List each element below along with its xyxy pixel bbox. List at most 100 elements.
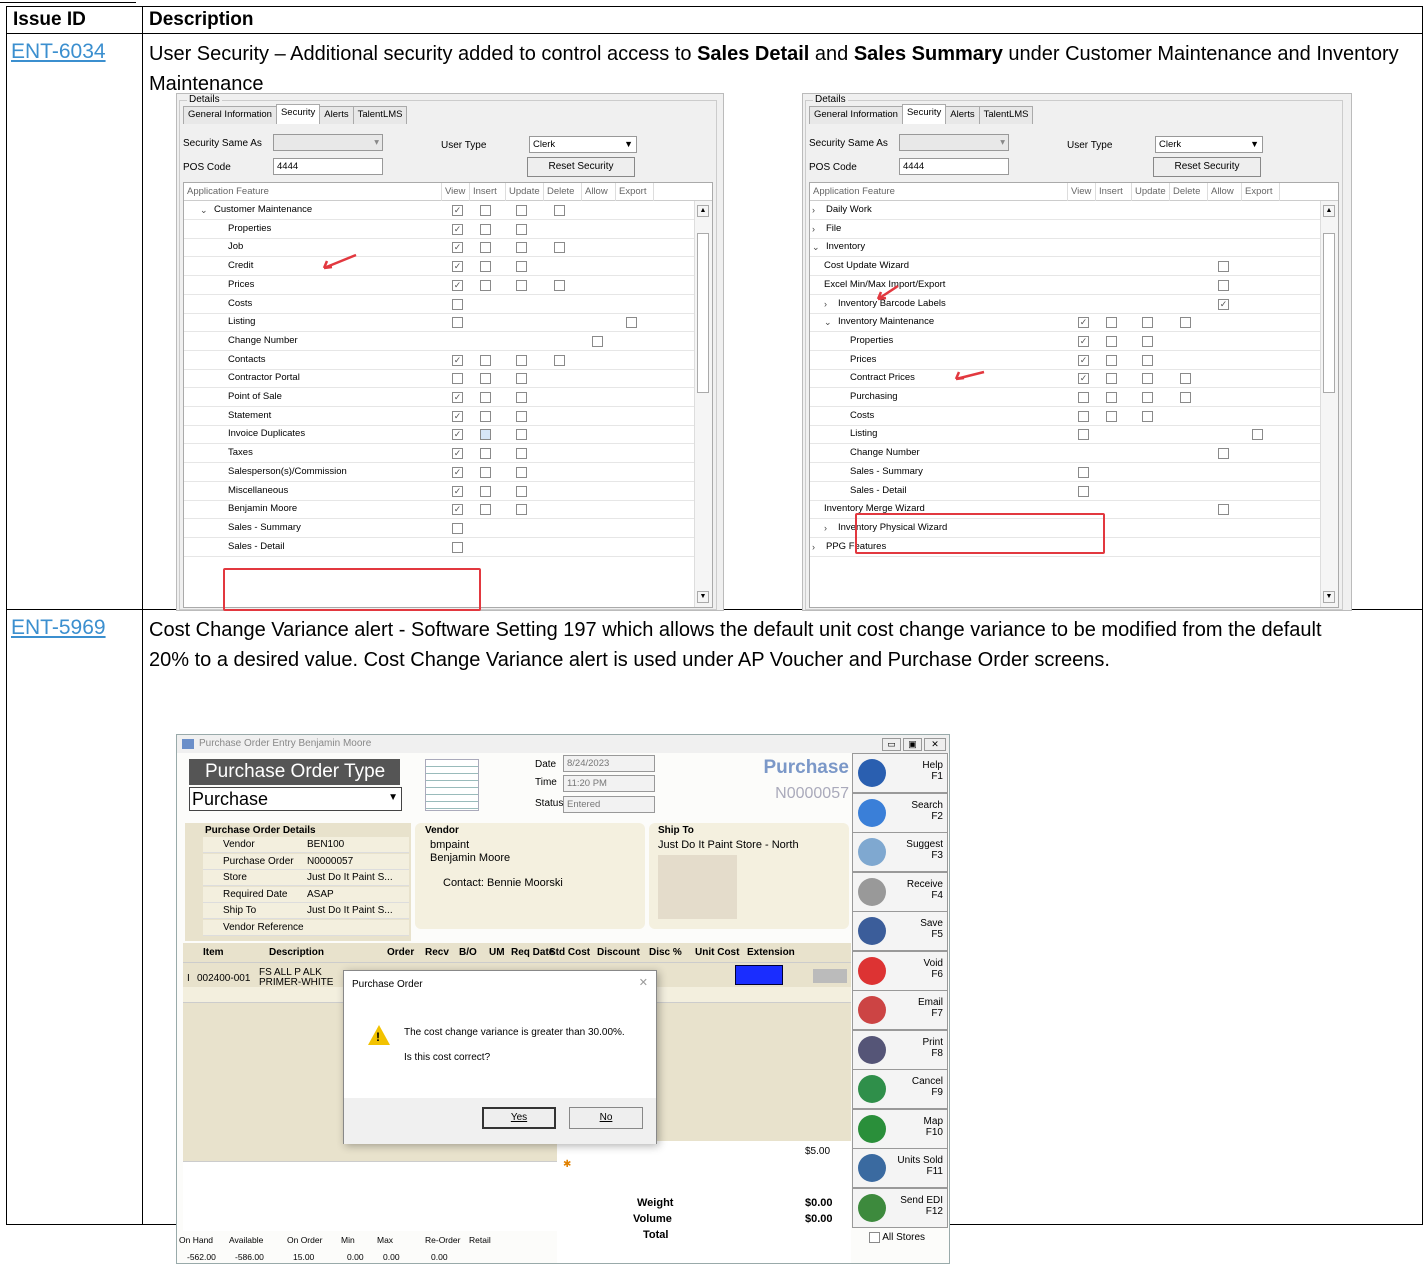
sec-right-checkbox[interactable] bbox=[1180, 317, 1191, 329]
fn-button-help[interactable]: Help F1 bbox=[852, 753, 948, 793]
sec-left-checkbox[interactable] bbox=[480, 261, 491, 273]
fn-button-save[interactable]: Save F5 bbox=[852, 911, 948, 951]
sec-left-checkbox[interactable] bbox=[452, 317, 463, 329]
fn-button-email[interactable]: Email F7 bbox=[852, 990, 948, 1030]
sec-left-checkbox[interactable]: ✓ bbox=[452, 261, 463, 273]
po-detail-value[interactable]: ASAP bbox=[307, 889, 334, 900]
sec-right-checkbox[interactable] bbox=[1078, 429, 1089, 441]
close-icon[interactable]: ✕ bbox=[924, 738, 946, 751]
po-detail-value[interactable]: N0000057 bbox=[307, 856, 353, 867]
maximize-icon[interactable]: ▣ bbox=[903, 738, 922, 751]
po-detail-value[interactable]: Just Do It Paint S... bbox=[307, 872, 393, 883]
grid-cell-item[interactable]: 002400-001 bbox=[197, 973, 250, 984]
sec-right-checkbox[interactable] bbox=[1218, 504, 1229, 516]
sec-right-checkbox[interactable] bbox=[1078, 392, 1089, 403]
sec-left-checkbox[interactable] bbox=[516, 279, 527, 291]
sec-right-user-type-select[interactable]: Clerk ▼ bbox=[1155, 136, 1263, 153]
sec-left-checkbox[interactable]: ✓ bbox=[452, 448, 463, 460]
sec-left-checkbox[interactable] bbox=[516, 504, 527, 516]
po-detail-value[interactable]: Just Do It Paint S... bbox=[307, 905, 393, 916]
sec-right-tab-talentlms[interactable]: TalentLMS bbox=[978, 106, 1034, 124]
sec-right-checkbox[interactable] bbox=[1180, 392, 1191, 403]
date-field[interactable]: 8/24/2023 bbox=[563, 755, 655, 772]
sec-right-checkbox[interactable] bbox=[1106, 354, 1117, 366]
sec-right-same-as-select[interactable]: ▾ bbox=[899, 134, 1009, 151]
sec-left-checkbox[interactable] bbox=[452, 373, 463, 385]
sec-right-checkbox[interactable] bbox=[1078, 410, 1089, 422]
sec-left-checkbox[interactable] bbox=[480, 373, 491, 385]
sec-left-checkbox[interactable] bbox=[452, 298, 463, 310]
sec-left-checkbox[interactable]: ✓ bbox=[452, 429, 463, 441]
sec-left-tab-general-information[interactable]: General Information bbox=[183, 106, 277, 124]
sec-left-expander-icon[interactable]: ⌄ bbox=[200, 201, 208, 219]
fn-button-search[interactable]: Search F2 bbox=[852, 792, 948, 833]
sec-left-checkbox[interactable] bbox=[592, 335, 603, 347]
sec-left-checkbox[interactable]: ✓ bbox=[452, 279, 463, 291]
sec-left-checkbox[interactable] bbox=[480, 429, 491, 441]
status-field[interactable]: Entered bbox=[563, 796, 655, 813]
sec-left-checkbox[interactable] bbox=[480, 485, 491, 497]
sec-left-checkbox[interactable]: ✓ bbox=[452, 410, 463, 422]
fn-button-suggest[interactable]: Suggest F3 bbox=[852, 832, 948, 872]
sec-right-expander-icon[interactable]: › bbox=[824, 295, 827, 313]
sec-right-checkbox[interactable] bbox=[1142, 317, 1153, 329]
sec-right-checkbox[interactable]: ✓ bbox=[1218, 298, 1229, 310]
sec-left-checkbox[interactable] bbox=[516, 242, 527, 254]
sec-left-tab-alerts[interactable]: Alerts bbox=[319, 106, 354, 124]
issue-link-2[interactable]: ENT-5969 bbox=[11, 616, 106, 639]
sec-left-checkbox[interactable] bbox=[516, 261, 527, 273]
sec-right-checkbox[interactable]: ✓ bbox=[1078, 373, 1089, 385]
sec-left-checkbox[interactable] bbox=[554, 354, 565, 366]
sec-left-tab-security[interactable]: Security bbox=[275, 104, 321, 124]
sec-left-scroll-up-icon[interactable]: ▲ bbox=[697, 205, 709, 217]
fn-button-cancel[interactable]: Cancel F9 bbox=[852, 1069, 948, 1109]
sec-right-pos-code-input[interactable]: 4444 bbox=[899, 158, 1009, 175]
sec-right-checkbox[interactable] bbox=[1142, 354, 1153, 366]
sec-left-checkbox[interactable] bbox=[516, 354, 527, 366]
yes-button[interactable]: Yes bbox=[482, 1107, 556, 1129]
sec-left-checkbox[interactable] bbox=[516, 429, 527, 441]
sec-right-scroll-thumb[interactable] bbox=[1323, 233, 1335, 393]
all-stores-check[interactable] bbox=[869, 1232, 880, 1243]
sec-right-checkbox[interactable]: ✓ bbox=[1078, 354, 1089, 366]
sec-left-checkbox[interactable] bbox=[480, 466, 491, 478]
sec-right-expander-icon[interactable]: › bbox=[812, 201, 815, 219]
fn-button-print[interactable]: Print F8 bbox=[852, 1029, 948, 1070]
minimize-icon[interactable]: ▭ bbox=[882, 738, 901, 751]
sec-left-checkbox[interactable] bbox=[516, 466, 527, 478]
sec-right-checkbox[interactable] bbox=[1218, 279, 1229, 291]
sec-left-checkbox[interactable]: ✓ bbox=[452, 205, 463, 216]
sec-right-checkbox[interactable] bbox=[1142, 373, 1153, 385]
sec-left-checkbox[interactable] bbox=[516, 373, 527, 385]
sec-right-checkbox[interactable] bbox=[1142, 335, 1153, 347]
all-stores-checkbox[interactable]: All Stores bbox=[869, 1232, 925, 1243]
sec-left-checkbox[interactable] bbox=[516, 485, 527, 497]
sec-left-checkbox[interactable] bbox=[554, 242, 565, 254]
sec-right-tab-security[interactable]: Security bbox=[901, 104, 947, 124]
sec-left-checkbox[interactable] bbox=[480, 205, 491, 216]
dialog-close-icon[interactable]: ✕ bbox=[639, 976, 648, 989]
sec-left-checkbox[interactable] bbox=[452, 522, 463, 534]
sec-left-checkbox[interactable] bbox=[452, 541, 463, 553]
sec-right-checkbox[interactable] bbox=[1218, 448, 1229, 460]
issue-link-1[interactable]: ENT-6034 bbox=[11, 40, 106, 63]
sec-left-checkbox[interactable] bbox=[626, 317, 637, 329]
sec-left-checkbox[interactable] bbox=[480, 448, 491, 460]
fn-button-void[interactable]: Void F6 bbox=[852, 950, 948, 991]
sec-left-checkbox[interactable] bbox=[480, 410, 491, 422]
sec-right-checkbox[interactable] bbox=[1106, 317, 1117, 329]
sec-left-scroll-down-icon[interactable]: ▼ bbox=[697, 591, 709, 603]
sec-right-checkbox[interactable] bbox=[1252, 429, 1263, 441]
sec-left-reset-security-button[interactable]: Reset Security bbox=[527, 157, 635, 177]
sec-right-checkbox[interactable] bbox=[1078, 466, 1089, 478]
sec-left-checkbox[interactable] bbox=[516, 223, 527, 235]
sec-right-expander-icon[interactable]: ⌄ bbox=[812, 238, 820, 256]
sec-left-checkbox[interactable] bbox=[554, 279, 565, 291]
sec-left-checkbox[interactable]: ✓ bbox=[452, 242, 463, 254]
sec-right-expander-icon[interactable]: › bbox=[812, 538, 815, 556]
sec-right-checkbox[interactable] bbox=[1106, 373, 1117, 385]
fn-button-send-edi[interactable]: Send EDI F12 bbox=[852, 1187, 948, 1228]
sec-right-checkbox[interactable]: ✓ bbox=[1078, 335, 1089, 347]
fn-button-units-sold[interactable]: Units Sold F11 bbox=[852, 1148, 948, 1188]
sec-left-checkbox[interactable] bbox=[516, 392, 527, 403]
